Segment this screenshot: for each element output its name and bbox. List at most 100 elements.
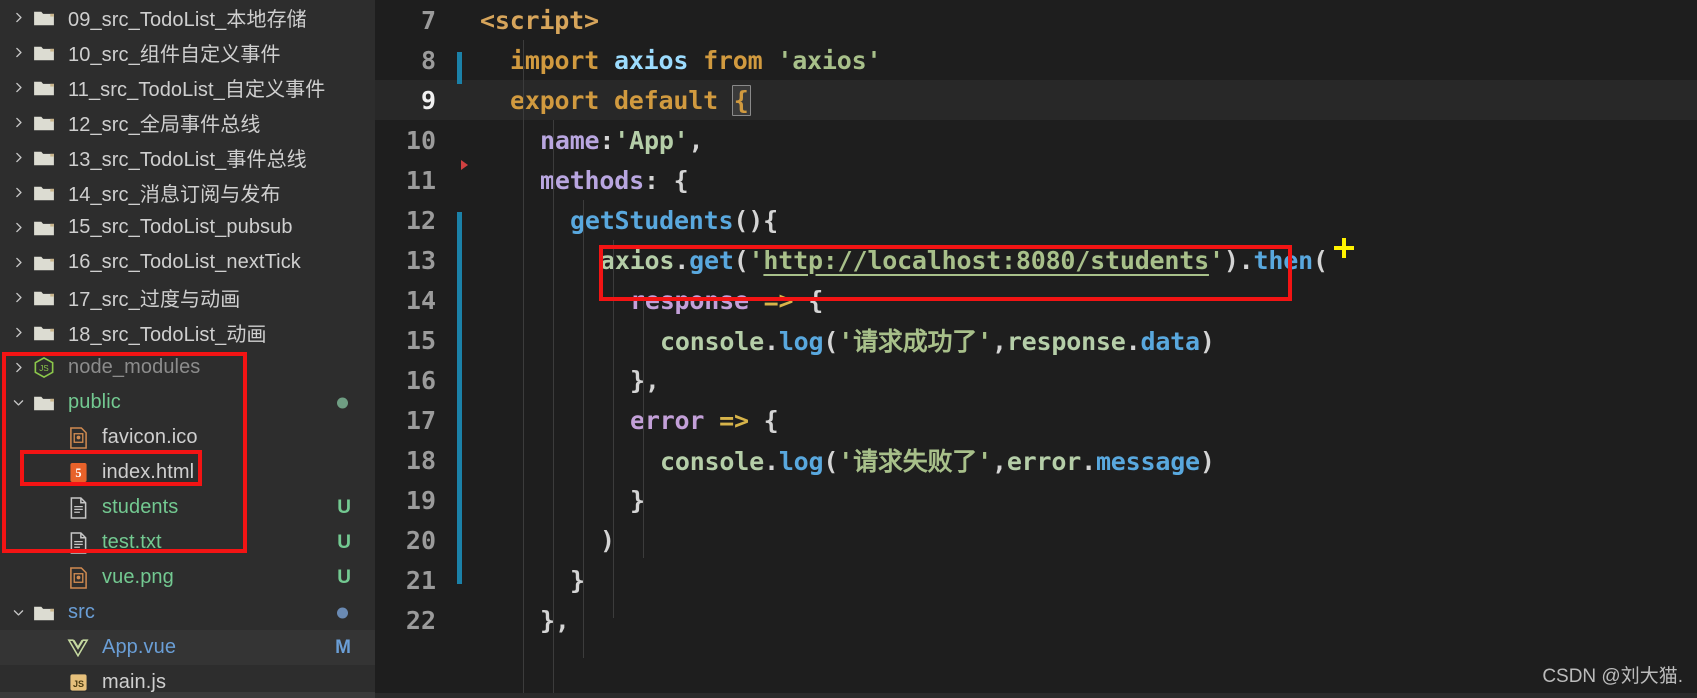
folder-icon <box>30 394 58 412</box>
tree-item-label: 16_src_TodoList_nextTick <box>68 251 301 273</box>
code-line-22[interactable]: 22}, <box>375 600 1697 640</box>
chevron-right-icon[interactable] <box>6 81 30 94</box>
chevron-right-icon <box>15 117 22 128</box>
code-line-9[interactable]: 9 export default { <box>375 80 1697 120</box>
chevron-right-icon[interactable] <box>6 326 30 339</box>
code-line-13[interactable]: 13 axios.get('http://localhost:8080/stude… <box>375 240 1697 280</box>
chevron-down-icon[interactable] <box>6 606 30 619</box>
tree-item-vue.png[interactable]: vue.png U <box>0 560 375 595</box>
code-line-21[interactable]: 21} <box>375 560 1697 600</box>
code-text: methods: { <box>450 166 1697 195</box>
code-line-15[interactable]: 15 console.log('请求成功了',response.data) <box>375 320 1697 360</box>
code-line-8[interactable]: 8 import axios from 'axios' <box>375 40 1697 80</box>
indent-guide <box>613 240 614 618</box>
line-number: 18 <box>405 445 436 475</box>
code-text: console.log('请求失败了',error.message) <box>450 442 1697 478</box>
chevron-right-icon[interactable] <box>6 291 30 304</box>
chevron-right-icon[interactable] <box>6 186 30 199</box>
code-text: console.log('请求成功了',response.data) <box>450 322 1697 358</box>
code-line-20[interactable]: 20) <box>375 520 1697 560</box>
line-number: 20 <box>405 525 436 555</box>
code-line-18[interactable]: 18 console.log('请求失败了',error.message) <box>375 440 1697 480</box>
code-token: from <box>688 45 778 75</box>
editor-pane[interactable]: 7 <script> 8 import axios from 'axios' 9 expo… <box>375 0 1697 698</box>
code-token: . <box>763 447 779 476</box>
code-line-17[interactable]: 17 error => { <box>375 400 1697 440</box>
folder-icon <box>34 606 54 620</box>
code-token: { <box>748 405 779 435</box>
tree-item-10_src_组件自定义事件[interactable]: 10_src_组件自定义事件 <box>0 35 375 70</box>
watermark-text: CSDN @刘大猫. <box>1542 666 1683 687</box>
tree-item-09_src_TodoList_本地存储[interactable]: 09_src_TodoList_本地存储 <box>0 0 375 35</box>
tree-item-18_src_TodoList_动画[interactable]: 18_src_TodoList_动画 <box>0 315 375 350</box>
code-token: . <box>1125 327 1141 356</box>
tree-item-label: test.txt <box>102 531 162 553</box>
code-text: name:'App', <box>450 126 1697 155</box>
folder-icon <box>30 114 58 132</box>
chevron-right-icon[interactable] <box>6 116 30 129</box>
code-token: 'axios' <box>777 45 882 75</box>
chevron-down-icon[interactable] <box>6 396 30 409</box>
code-token: ) <box>1223 245 1239 275</box>
tree-item-src[interactable]: src <box>0 595 375 630</box>
chevron-right-icon[interactable] <box>6 46 30 59</box>
tree-item-node_modules[interactable]: JS node_modules <box>0 350 375 385</box>
code-token: . <box>1238 245 1254 275</box>
code-token: console <box>660 327 764 356</box>
file-tree[interactable]: 09_src_TodoList_本地存储 10_src_组件自定义事件 11_src… <box>0 0 375 698</box>
tree-item-13_src_TodoList_事件总线[interactable]: 13_src_TodoList_事件总线 <box>0 140 375 175</box>
tree-item-15_src_TodoList_pubsub[interactable]: 15_src_TodoList_pubsub <box>0 210 375 245</box>
chevron-right-icon[interactable] <box>6 11 30 24</box>
code-token: , <box>991 327 1007 356</box>
code-token: ' <box>748 245 764 275</box>
code-token: ( <box>733 245 749 275</box>
code-token: : { <box>643 165 689 195</box>
explorer-sidebar[interactable]: 09_src_TodoList_本地存储 10_src_组件自定义事件 11_src… <box>0 0 375 698</box>
tree-item-students[interactable]: students U <box>0 490 375 525</box>
code-lines[interactable]: 7 <script> 8 import axios from 'axios' 9 expo… <box>375 0 1697 698</box>
tree-item-17_src_过度与动画[interactable]: 17_src_过度与动画 <box>0 280 375 315</box>
tree-item-test.txt[interactable]: test.txt U <box>0 525 375 560</box>
indent-guide <box>643 300 644 558</box>
tree-item-App.vue[interactable]: App.vue M <box>0 630 375 665</box>
chevron-right-icon[interactable] <box>6 151 30 164</box>
chevron-right-icon <box>15 12 22 23</box>
code-token: export default <box>510 85 733 115</box>
code-token: }, <box>540 605 570 635</box>
tree-item-16_src_TodoList_nextTick[interactable]: 16_src_TodoList_nextTick <box>0 245 375 280</box>
chevron-right-icon[interactable] <box>6 361 30 374</box>
chevron-down-icon <box>13 400 23 406</box>
code-token: ' <box>1208 245 1224 275</box>
code-line-16[interactable]: 16}, <box>375 360 1697 400</box>
code-line-14[interactable]: 14 response => { <box>375 280 1697 320</box>
code-token: (){ <box>733 205 778 235</box>
tree-item-index.html[interactable]: 5 index.html <box>0 455 375 490</box>
code-line-12[interactable]: 12 getStudents(){ <box>375 200 1697 240</box>
code-token: axios <box>600 245 675 275</box>
chevron-right-icon[interactable] <box>6 256 30 269</box>
tree-item-12_src_全局事件总线[interactable]: 12_src_全局事件总线 <box>0 105 375 140</box>
chevron-right-icon[interactable] <box>6 221 30 234</box>
tree-item-public[interactable]: public <box>0 385 375 420</box>
code-line-7[interactable]: 7 <script> <box>375 0 1697 40</box>
code-token: => <box>763 285 794 315</box>
code-line-11[interactable]: 11 methods: { <box>375 160 1697 200</box>
line-number: 16 <box>405 365 436 395</box>
code-token: ( <box>1312 245 1328 275</box>
folder-icon <box>30 79 58 97</box>
gutter-error-marker <box>461 160 468 170</box>
tree-item-14_src_消息订阅与发布[interactable]: 14_src_消息订阅与发布 <box>0 175 375 210</box>
folder-icon <box>34 326 54 340</box>
code-token: }, <box>630 365 660 395</box>
line-number: 14 <box>405 285 436 315</box>
code-line-19[interactable]: 19} <box>375 480 1697 520</box>
tree-item-11_src_TodoList_自定义事件[interactable]: 11_src_TodoList_自定义事件 <box>0 70 375 105</box>
image-icon <box>64 426 92 449</box>
folder-icon <box>34 291 54 305</box>
code-line-10[interactable]: 10 name:'App', <box>375 120 1697 160</box>
code-token: ( <box>823 447 839 476</box>
gutter-change-bar <box>457 52 462 84</box>
folder-icon <box>30 44 58 62</box>
file-icon <box>64 531 92 554</box>
tree-item-favicon.ico[interactable]: favicon.ico <box>0 420 375 455</box>
